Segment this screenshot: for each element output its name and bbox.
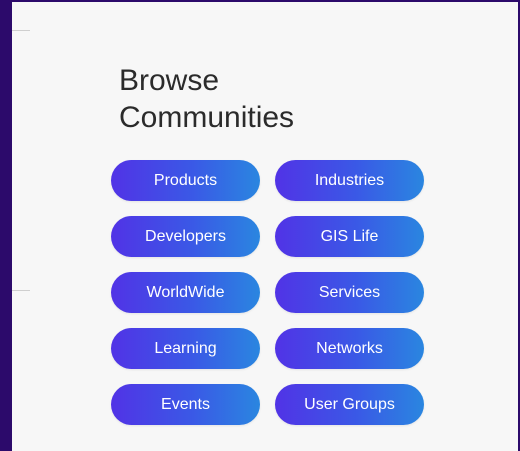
industries-button[interactable]: Industries <box>275 160 424 201</box>
networks-button[interactable]: Networks <box>275 328 424 369</box>
community-button-grid: Products Industries Developers GIS Life … <box>111 160 424 425</box>
page-title: Browse Communities <box>119 62 294 136</box>
user-groups-button[interactable]: User Groups <box>275 384 424 425</box>
events-button[interactable]: Events <box>111 384 260 425</box>
browse-communities-panel: Browse Communities Products Industries D… <box>12 0 518 451</box>
gis-life-button[interactable]: GIS Life <box>275 216 424 257</box>
divider-line <box>12 30 30 31</box>
developers-button[interactable]: Developers <box>111 216 260 257</box>
worldwide-button[interactable]: WorldWide <box>111 272 260 313</box>
title-line-2: Communities <box>119 101 295 134</box>
services-button[interactable]: Services <box>275 272 424 313</box>
products-button[interactable]: Products <box>111 160 260 201</box>
learning-button[interactable]: Learning <box>111 328 260 369</box>
title-line-1: Browse <box>119 64 220 97</box>
divider-line <box>12 290 30 291</box>
